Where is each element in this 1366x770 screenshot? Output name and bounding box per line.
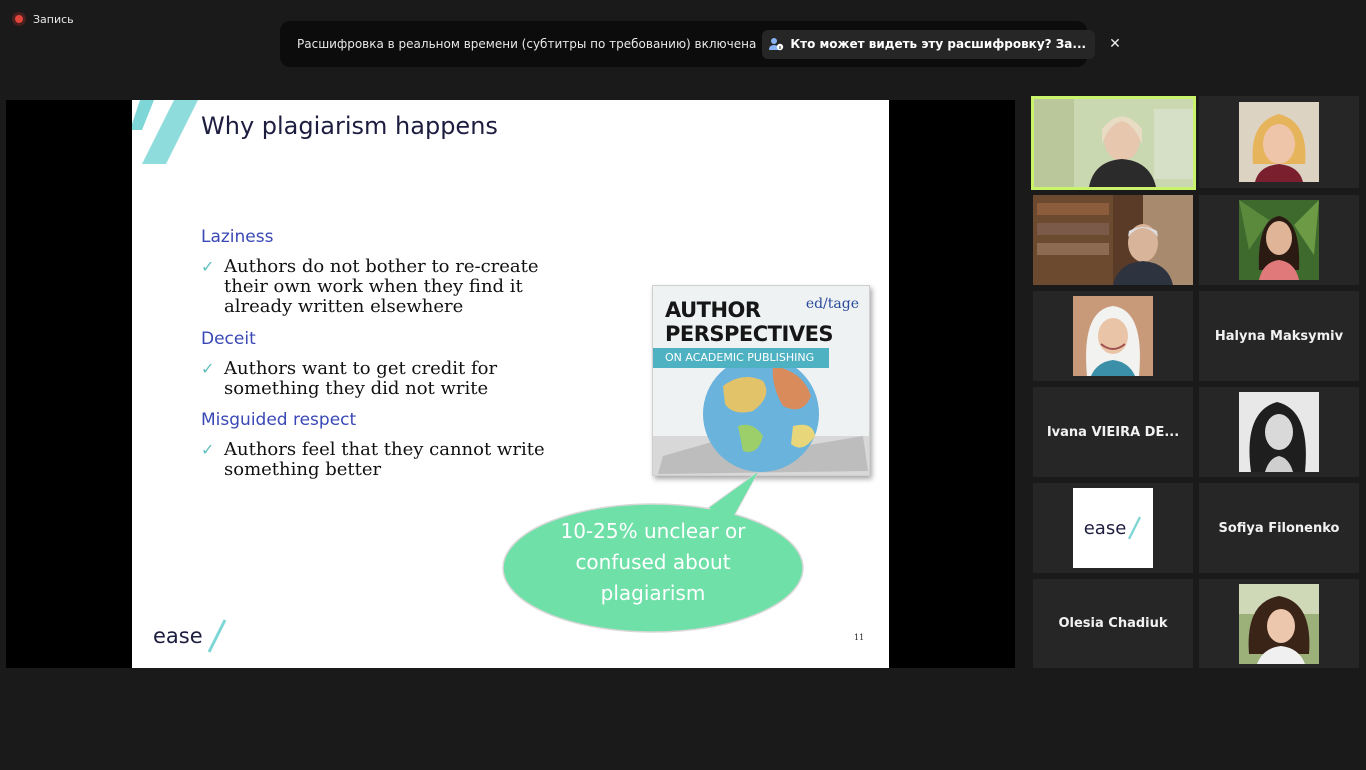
- check-icon: ✓: [201, 257, 215, 276]
- ease-logo: ease: [153, 618, 229, 654]
- record-icon: [12, 12, 26, 26]
- transcript-banner: Расшифровка в реальном времени (субтитры…: [280, 21, 1121, 67]
- presentation-slide: Why plagiarism happens Laziness ✓ Author…: [132, 100, 889, 668]
- check-icon: ✓: [201, 440, 215, 459]
- participant-name: Sofiya Filonenko: [1218, 520, 1340, 536]
- participant-tile-olesia-chadiuk[interactable]: Olesia Chadiuk: [1033, 579, 1193, 668]
- book-cover-image: AUTHOR PERSPECTIVES ON ACADEMIC PUBLISHI…: [652, 285, 870, 476]
- participant-video: [1034, 99, 1193, 187]
- ease-slash-icon: [1128, 516, 1142, 540]
- participant-logo-ease: ease: [1073, 488, 1153, 568]
- section-heading-misguided-respect: Misguided respect: [201, 410, 357, 430]
- callout-text: 10-25% unclear or confused about plagiar…: [560, 519, 746, 605]
- participant-avatar: [1239, 583, 1319, 664]
- section-heading-laziness: Laziness: [201, 227, 274, 247]
- bullet-text: Authors do not bother to re-create their…: [224, 256, 539, 317]
- bullet-laziness: ✓ Authors do not bother to re-create the…: [201, 257, 571, 317]
- book-subtitle: ON ACADEMIC PUBLISHING: [653, 348, 829, 368]
- transcript-banner-text: Расшифровка в реальном времени (субтитры…: [297, 37, 757, 51]
- participant-avatar: [1073, 296, 1153, 376]
- bullet-text: Authors want to get credit for something…: [224, 358, 498, 399]
- participant-tile[interactable]: [1199, 195, 1359, 285]
- participant-tile[interactable]: [1199, 96, 1359, 188]
- participant-video: [1033, 195, 1193, 285]
- participant-tile[interactable]: [1033, 291, 1193, 381]
- recording-label: Запись: [33, 12, 74, 26]
- participant-name: Olesia Chadiuk: [1058, 616, 1168, 631]
- ease-slash-icon: [207, 619, 226, 653]
- participant-tile-active-speaker[interactable]: [1031, 96, 1196, 190]
- slide-page-number: 11: [854, 633, 865, 642]
- participant-tile-halyna-maksymiv[interactable]: Halyna Maksymiv: [1199, 291, 1359, 381]
- transcript-visibility-label: Кто может видеть эту расшифровку? За...: [790, 37, 1087, 51]
- participant-avatar: [1239, 392, 1319, 472]
- slide-corner-decoration: [132, 100, 198, 164]
- recording-indicator[interactable]: Запись: [12, 12, 74, 26]
- participant-tile[interactable]: [1199, 387, 1359, 477]
- section-heading-deceit: Deceit: [201, 329, 256, 349]
- participant-tile[interactable]: [1033, 195, 1193, 285]
- participant-tile[interactable]: [1199, 579, 1359, 668]
- slide-title: Why plagiarism happens: [201, 112, 498, 140]
- participant-avatar: [1239, 200, 1319, 280]
- shared-screen: Why plagiarism happens Laziness ✓ Author…: [6, 100, 1015, 668]
- editage-logo: ed/tage: [805, 296, 859, 312]
- transcript-visibility-button[interactable]: Кто может видеть эту расшифровку? За...: [762, 29, 1096, 59]
- participant-tile-sofiya-filonenko[interactable]: Sofiya Filonenko: [1199, 483, 1359, 573]
- people-info-icon: [769, 38, 784, 51]
- close-icon[interactable]: ✕: [1109, 35, 1121, 53]
- participant-name: Halyna Maksymiv: [1214, 328, 1344, 344]
- check-icon: ✓: [201, 359, 215, 378]
- participant-name: Ivana VIEIRA DE...: [1046, 424, 1180, 440]
- participant-tile-ivana-vieira[interactable]: Ivana VIEIRA DE...: [1033, 387, 1193, 477]
- participant-tile[interactable]: ease: [1033, 483, 1193, 573]
- bullet-deceit: ✓ Authors want to get credit for somethi…: [201, 359, 571, 399]
- participant-avatar: [1239, 102, 1319, 182]
